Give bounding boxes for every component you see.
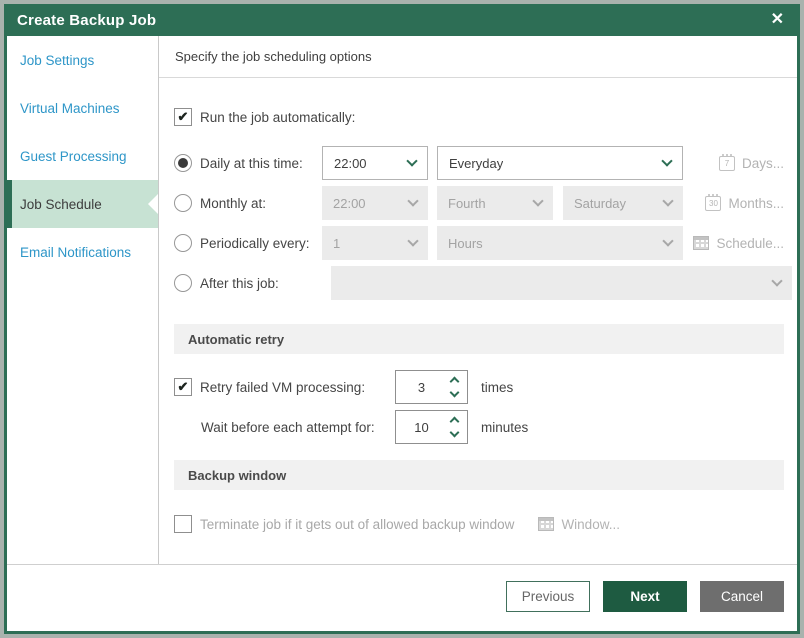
close-icon[interactable]: ✕ [768,10,787,30]
days-button-label: Days... [742,156,784,171]
retry-row: ✔ Retry failed VM processing: 3 times [174,370,784,404]
retry-count-stepper[interactable]: 3 [395,370,468,404]
window-button-label: Window... [561,517,620,532]
window-title: Create Backup Job [17,12,156,29]
schedule-button: Schedule... [693,236,784,251]
daily-label: Daily at this time: [200,156,322,171]
automatic-retry-section-header: Automatic retry [174,324,784,354]
run-automatically-checkbox[interactable]: ✔ [174,108,192,126]
sidebar-item-job-schedule[interactable]: Job Schedule [7,180,158,228]
chevron-down-icon [532,195,543,206]
sidebar-item-label: Virtual Machines [20,101,120,116]
retry-label: Retry failed VM processing: [200,380,395,395]
dialog-footer: Previous Next Cancel [7,564,797,631]
backup-window-section-header: Backup window [174,460,784,490]
chevron-down-icon [662,195,673,206]
sidebar-item-label: Job Settings [20,53,94,68]
title-bar: Create Backup Job ✕ [4,4,800,36]
sidebar-item-label: Guest Processing [20,149,127,164]
create-backup-job-dialog: Create Backup Job ✕ Job Settings Virtual… [4,4,800,634]
sidebar-item-job-settings[interactable]: Job Settings [7,36,158,84]
chevron-down-icon [662,235,673,246]
monthly-time-dropdown: 22:00 [322,186,428,220]
page-title: Specify the job scheduling options [159,36,797,78]
wait-suffix-label: minutes [481,420,528,435]
window-button: Window... [538,517,620,532]
sidebar-item-label: Email Notifications [20,245,131,260]
periodically-interval-dropdown: 1 [322,226,428,260]
wait-label: Wait before each attempt for: [201,420,395,435]
chevron-down-icon [771,275,782,286]
run-automatically-row: ✔ Run the job automatically: [174,107,784,127]
chevron-down-icon [406,155,417,166]
previous-button[interactable]: Previous [506,581,590,612]
chevron-down-icon [407,195,418,206]
calendar-grid-icon [693,236,709,250]
chevron-down-icon [407,235,418,246]
wait-row: Wait before each attempt for: 10 minutes [174,410,784,444]
months-button: 30 Months... [705,196,784,211]
chevron-down-icon [661,155,672,166]
days-button: 7 Days... [719,156,784,171]
main-panel: Specify the job scheduling options ✔ Run… [159,36,797,564]
after-job-schedule-row: After this job: [174,266,784,300]
stepper-down-icon[interactable] [450,388,460,398]
sidebar-item-email-notifications[interactable]: Email Notifications [7,228,158,276]
monthly-weekday-dropdown: Saturday [563,186,683,220]
monthly-week-dropdown: Fourth [437,186,553,220]
months-button-label: Months... [728,196,784,211]
wizard-steps-sidebar: Job Settings Virtual Machines Guest Proc… [7,36,159,564]
periodically-label: Periodically every: [200,236,322,251]
daily-time-dropdown[interactable]: 22:00 [322,146,428,180]
next-button[interactable]: Next [603,581,687,612]
monthly-radio[interactable] [174,194,192,212]
cancel-button[interactable]: Cancel [700,581,784,612]
after-job-label: After this job: [200,276,322,291]
monthly-label: Monthly at: [200,196,322,211]
periodically-schedule-row: Periodically every: 1 Hours Schedule... [174,226,784,260]
calendar-7-icon: 7 [719,156,735,171]
stepper-up-icon[interactable] [450,417,460,427]
terminate-checkbox[interactable] [174,515,192,533]
retry-checkbox[interactable]: ✔ [174,378,192,396]
sidebar-item-guest-processing[interactable]: Guest Processing [7,132,158,180]
schedule-button-label: Schedule... [716,236,784,251]
wait-minutes-stepper[interactable]: 10 [395,410,468,444]
after-job-dropdown [331,266,792,300]
scheduling-options: ✔ Run the job automatically: Daily at th… [159,78,797,564]
sidebar-item-label: Job Schedule [20,197,102,212]
daily-day-dropdown[interactable]: Everyday [437,146,683,180]
retry-suffix-label: times [481,380,513,395]
stepper-up-icon[interactable] [450,377,460,387]
periodically-unit-dropdown: Hours [437,226,683,260]
stepper-down-icon[interactable] [450,428,460,438]
terminate-label: Terminate job if it gets out of allowed … [200,517,514,532]
monthly-schedule-row: Monthly at: 22:00 Fourth Saturday 30 [174,186,784,220]
calendar-30-icon: 30 [705,196,721,211]
calendar-grid-icon [538,517,554,531]
run-automatically-label: Run the job automatically: [200,110,355,125]
daily-schedule-row: Daily at this time: 22:00 Everyday 7 Day… [174,146,784,180]
sidebar-item-virtual-machines[interactable]: Virtual Machines [7,84,158,132]
after-job-radio[interactable] [174,274,192,292]
terminate-row: Terminate job if it gets out of allowed … [174,514,784,534]
daily-radio[interactable] [174,154,192,172]
periodically-radio[interactable] [174,234,192,252]
